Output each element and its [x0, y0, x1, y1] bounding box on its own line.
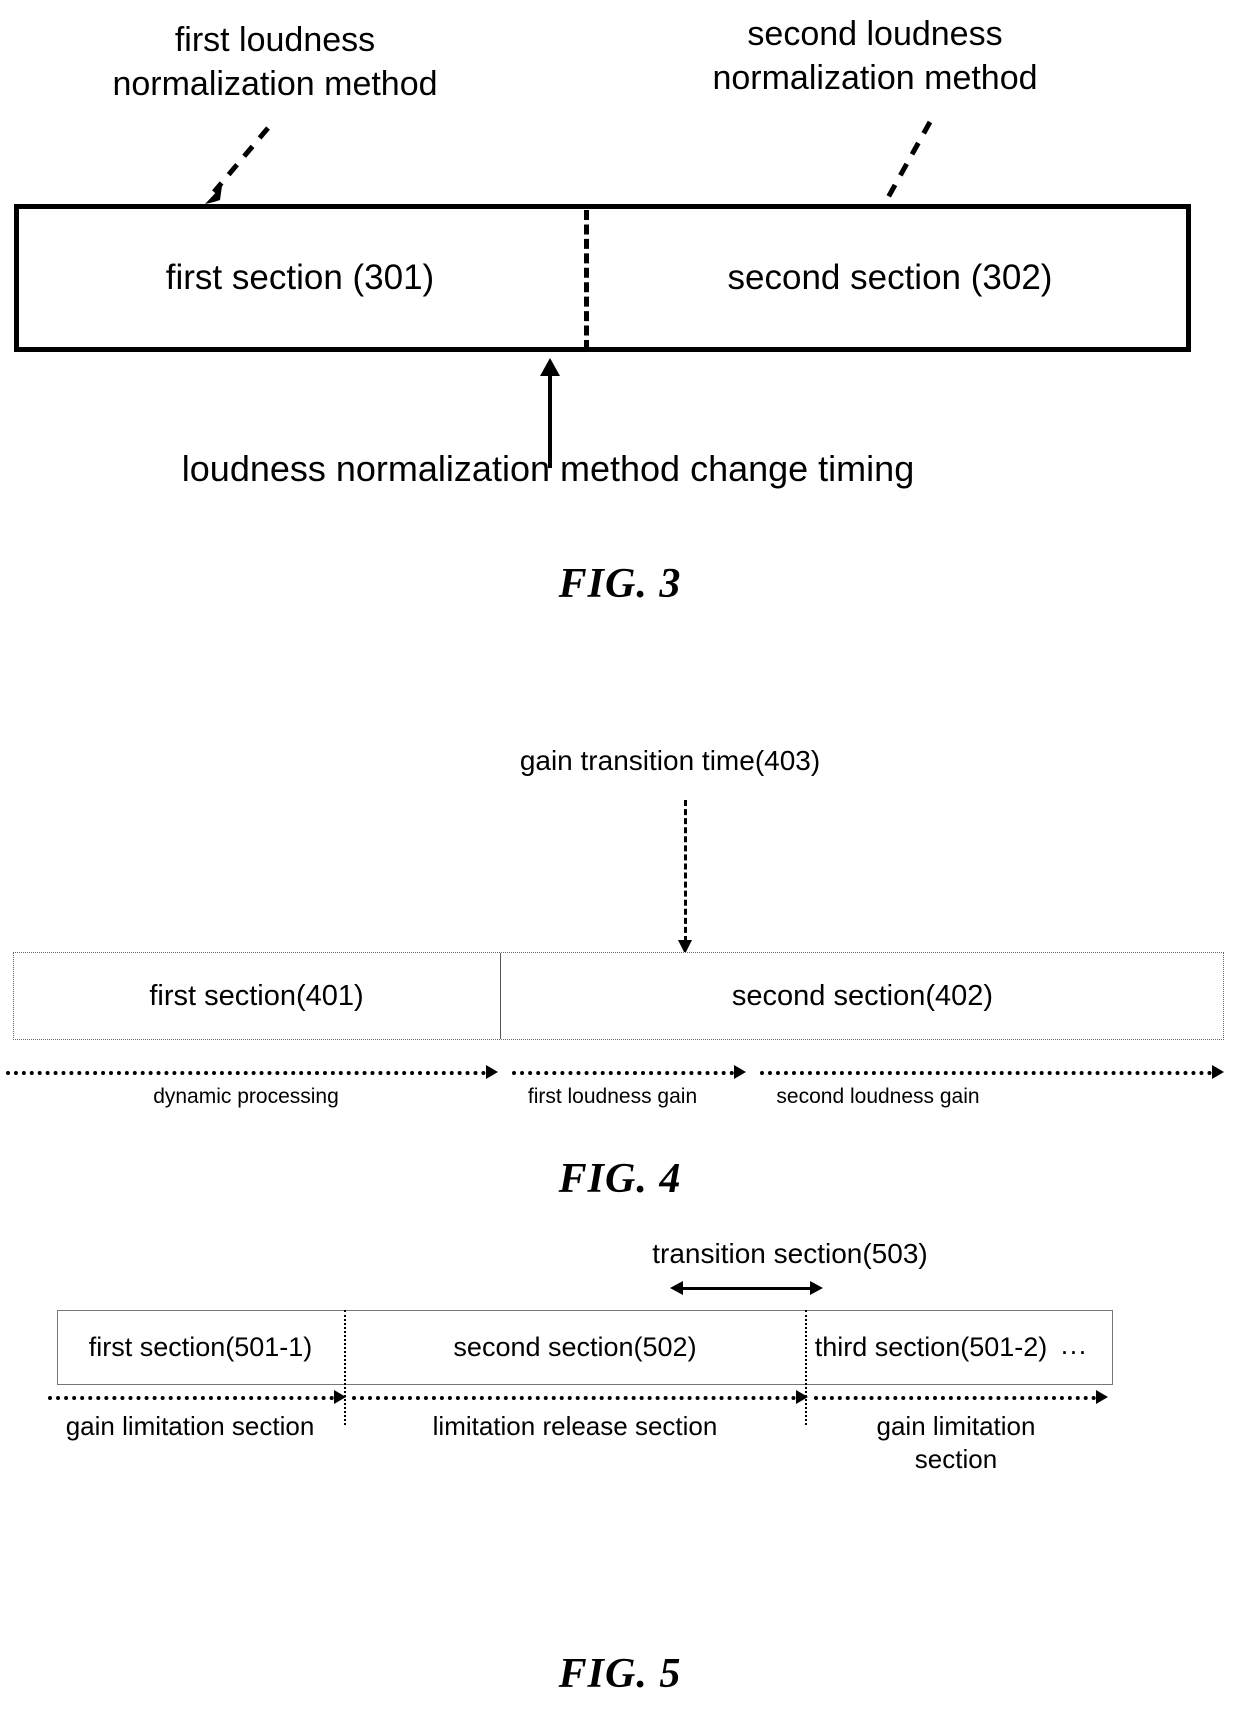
fig4-first-loudness-gain-label: first loudness gain: [527, 1085, 698, 1108]
fig3-change-timing-label: loudness normalization method change tim…: [181, 448, 915, 489]
fig4-second-section-label: second section(402): [731, 980, 994, 1012]
fig4-first-loudness-gain-arrow-head: [734, 1065, 746, 1079]
fig5-first-section-label: first section(501-1): [88, 1332, 313, 1362]
fig5-transition-section-label: transition section(503): [652, 1238, 928, 1269]
fig4-first-section-label: first section(401): [149, 980, 364, 1012]
fig5-continuation-ellipsis: ···: [1060, 1336, 1087, 1366]
fig4-second-loudness-gain-arrow-head: [1212, 1065, 1224, 1079]
fig4-gain-transition-time-label: gain transition time(403): [519, 745, 821, 776]
fig5-gain-limitation-section-label-1: gain limitation section: [65, 1411, 315, 1441]
fig3-caption: FIG. 3: [558, 561, 682, 607]
fig5-gain-limitation-arrow-2: [814, 1396, 1096, 1400]
patent-figure-page: first loudness normalization method seco…: [0, 0, 1240, 1727]
fig5-transition-arrow-head-right: [810, 1281, 823, 1295]
fig4-dynamic-processing-label: dynamic processing: [153, 1085, 339, 1108]
fig4-first-loudness-gain-arrow: [512, 1071, 734, 1075]
fig4-caption: FIG. 4: [558, 1156, 682, 1202]
fig4-dynamic-processing-arrow: [6, 1071, 486, 1075]
fig3-first-section-label: first section (301): [165, 258, 435, 297]
fig4-dynamic-processing-arrow-head: [486, 1065, 498, 1079]
fig5-limitation-release-arrow-head: [796, 1390, 808, 1404]
fig5-limitation-release-arrow: [352, 1396, 796, 1400]
fig4-gain-transition-arrow-line: [684, 800, 687, 942]
fig4-second-loudness-gain-label: second loudness gain: [776, 1085, 980, 1108]
fig5-second-section-label: second section(502): [453, 1332, 697, 1362]
fig5-section-divider-2: [805, 1310, 807, 1425]
fig5-caption: FIG. 5: [558, 1651, 682, 1697]
fig5-gain-limitation-section-label-2: gain limitation section: [876, 1411, 1036, 1474]
fig5-third-section-label: third section(501-2): [814, 1332, 1048, 1362]
fig5-gain-limitation-arrow-2-head: [1096, 1390, 1108, 1404]
fig5-section-divider-1: [344, 1310, 346, 1425]
fig5-gain-limitation-arrow-1-head: [334, 1390, 346, 1404]
fig5-gain-limitation-arrow-1: [48, 1396, 334, 1400]
fig4-second-loudness-gain-arrow: [760, 1071, 1212, 1075]
fig3-section-divider: [584, 210, 589, 350]
fig5-transition-arrow-line: [682, 1287, 812, 1290]
fig5-limitation-release-section-label: limitation release section: [432, 1411, 718, 1441]
fig3-second-section-label: second section (302): [727, 258, 1053, 297]
